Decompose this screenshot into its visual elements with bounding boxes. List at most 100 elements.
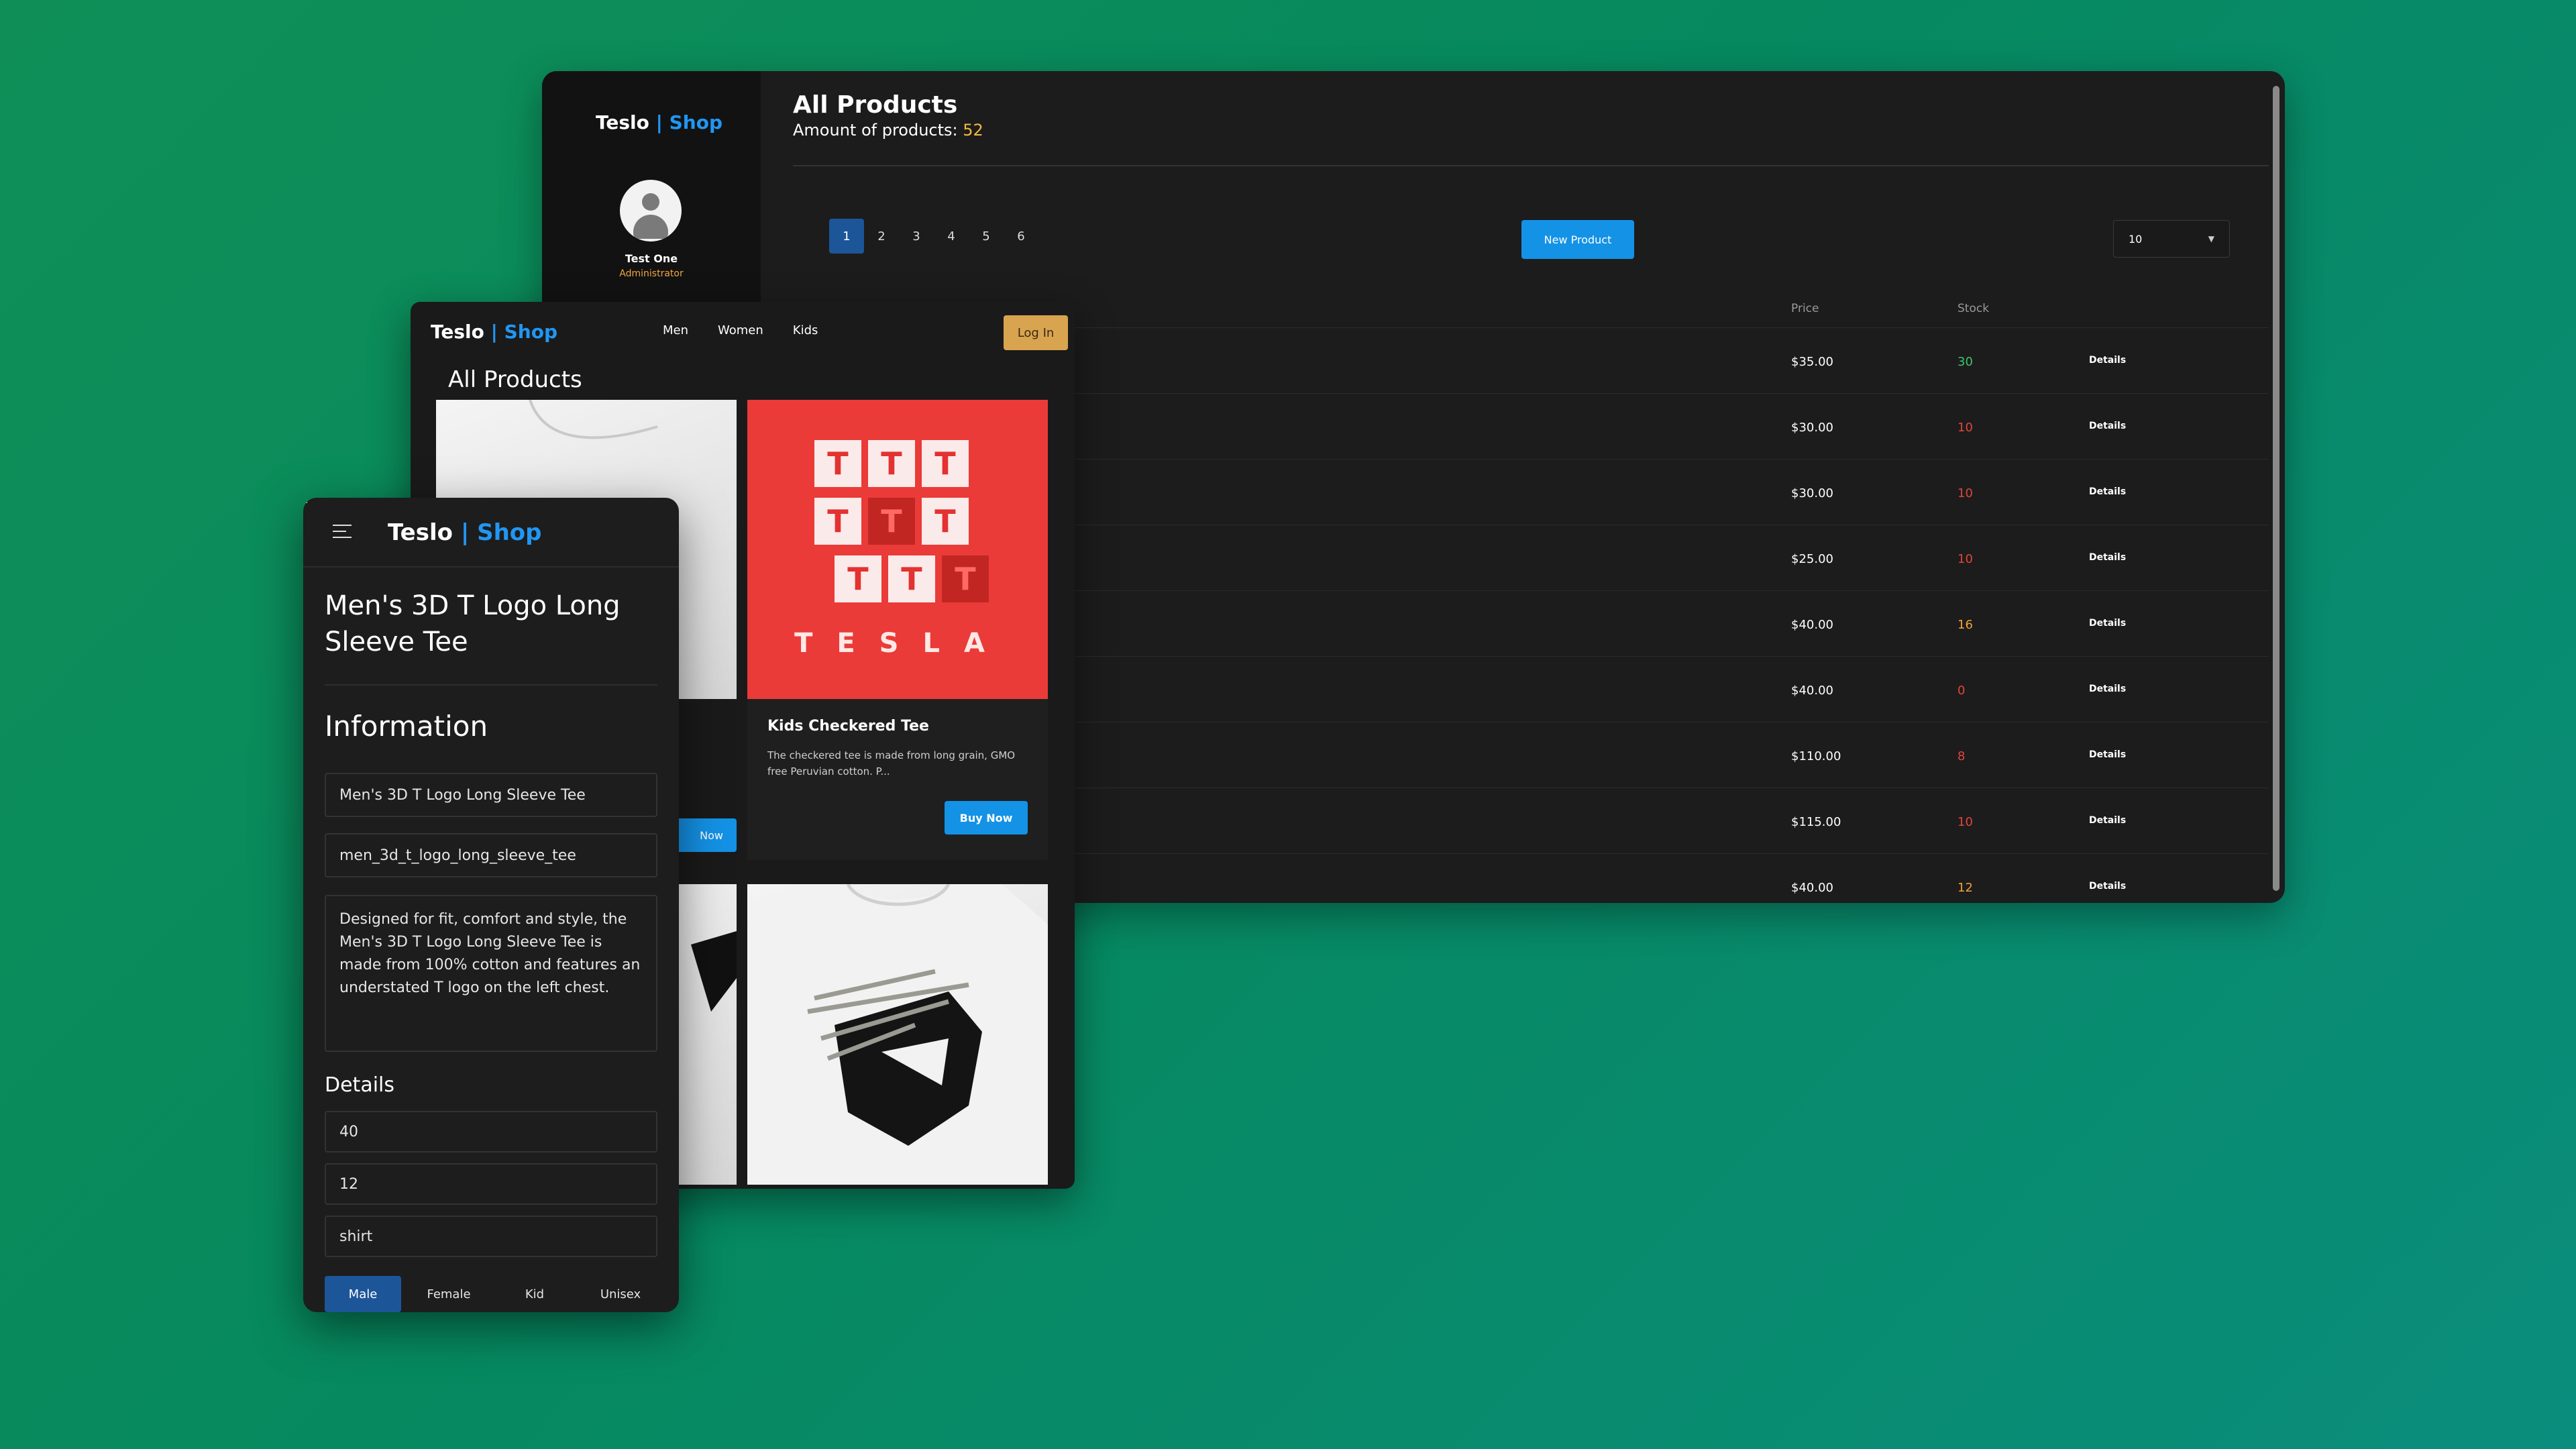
t-logo-icon: T [922, 498, 969, 545]
brand-name: Teslo [388, 519, 453, 546]
nav-women[interactable]: Women [718, 323, 763, 337]
product-stock-cell: 8 [1957, 749, 1966, 763]
product-price-cell: $30.00 [1791, 421, 1833, 435]
type-field[interactable]: shirt [325, 1216, 657, 1257]
buy-now-button[interactable]: Now [669, 818, 737, 852]
product-description: The checkered tee is made from long grai… [767, 749, 1016, 777]
description-field[interactable]: Designed for fit, comfort and style, the… [325, 895, 657, 1052]
gender-male-button[interactable]: Male [325, 1276, 401, 1312]
brand-separator: | [453, 519, 478, 546]
details-link[interactable]: Details [2089, 815, 2126, 826]
nav-men[interactable]: Men [663, 323, 688, 337]
pagination: 123456 [829, 219, 1038, 254]
t-logo-letter: T [901, 561, 922, 597]
details-link[interactable]: Details [2089, 355, 2126, 366]
page-2-button[interactable]: 2 [864, 219, 899, 254]
page-size-value: 10 [2129, 232, 2143, 246]
t-logo-letter: T [827, 445, 849, 482]
t-logo-icon: T [814, 440, 861, 487]
t-logo-icon: T [814, 498, 861, 545]
page-5-button[interactable]: 5 [969, 219, 1004, 254]
title-field[interactable]: Men's 3D T Logo Long Sleeve Tee [325, 773, 657, 817]
page-4-button[interactable]: 4 [934, 219, 969, 254]
product-stock-cell: 0 [1957, 684, 1966, 698]
t-logo-letter: T [881, 445, 902, 482]
details-link[interactable]: Details [2089, 486, 2126, 497]
product-price-cell: $115.00 [1791, 815, 1841, 829]
product-title: Men's 3D T Logo Long Sleeve Tee [325, 590, 621, 657]
column-header-price[interactable]: Price [1791, 302, 1819, 315]
new-product-button[interactable]: New Product [1521, 220, 1634, 259]
buy-now-button[interactable]: Buy Now [945, 801, 1028, 835]
user-role: Administrator [619, 268, 684, 279]
details-link[interactable]: Details [2089, 684, 2126, 694]
stock-field[interactable]: 12 [325, 1163, 657, 1205]
divider [325, 684, 657, 686]
scrollbar[interactable] [2273, 86, 2279, 891]
checkered-pattern: TTTTTTTTT [814, 440, 1009, 628]
product-price-cell: $40.00 [1791, 881, 1833, 895]
t-logo-icon: T [868, 498, 915, 545]
brand-separator: | [649, 111, 669, 133]
product-stock-cell: 30 [1957, 355, 1973, 369]
product-card-info: Kids Checkered Tee The checkered tee is … [747, 699, 1048, 860]
product-price-cell: $40.00 [1791, 684, 1833, 698]
mobile-brand-logo[interactable]: Teslo | Shop [388, 519, 541, 546]
slug-field[interactable]: men_3d_t_logo_long_sleeve_tee [325, 833, 657, 877]
shop-brand-logo[interactable]: Teslo | Shop [431, 321, 557, 343]
page-title: All Products [793, 91, 958, 119]
information-heading: Information [325, 710, 488, 743]
page-1-button[interactable]: 1 [829, 219, 864, 254]
shop-page-title: All Products [448, 366, 582, 393]
details-link[interactable]: Details [2089, 881, 2126, 892]
divider [793, 165, 2269, 166]
product-price-cell: $110.00 [1791, 749, 1841, 763]
product-stock-cell: 10 [1957, 552, 1973, 566]
nav-kids[interactable]: Kids [793, 323, 818, 337]
login-button[interactable]: Log In [1004, 315, 1068, 350]
product-count-label: Amount of products: [793, 121, 958, 140]
product-stock-cell: 10 [1957, 421, 1973, 435]
gender-female-button[interactable]: Female [411, 1276, 487, 1312]
gender-kid-button[interactable]: Kid [496, 1276, 573, 1312]
product-image-kids-checkered-tee[interactable]: TTTTTTTTT TESLA [747, 400, 1048, 699]
page-3-button[interactable]: 3 [899, 219, 934, 254]
product-stock-cell: 12 [1957, 881, 1973, 895]
t-logo-icon: T [942, 555, 989, 602]
mobile-product-editor: Teslo | Shop Men's 3D T Logo Long Sleeve… [303, 498, 679, 1312]
page-6-button[interactable]: 6 [1004, 219, 1038, 254]
user-avatar-icon[interactable] [620, 180, 682, 241]
details-link[interactable]: Details [2089, 552, 2126, 563]
product-price-cell: $25.00 [1791, 552, 1833, 566]
product-stock-cell: 10 [1957, 486, 1973, 500]
details-link[interactable]: Details [2089, 421, 2126, 431]
admin-brand-logo[interactable]: Teslo | Shop [596, 111, 722, 133]
page-size-select[interactable]: 10 ▼ [2113, 220, 2230, 258]
caret-down-icon: ▼ [2208, 234, 2214, 244]
t-logo-letter: T [881, 503, 902, 539]
details-link[interactable]: Details [2089, 618, 2126, 629]
brand-separator: | [484, 321, 504, 343]
t-logo-letter: T [934, 503, 956, 539]
gender-unisex-button[interactable]: Unisex [582, 1276, 659, 1312]
product-stock-cell: 16 [1957, 618, 1973, 632]
tesla-wordmark: TESLA [794, 628, 1009, 659]
price-field[interactable]: 40 [325, 1111, 657, 1152]
product-name[interactable]: Kids Checkered Tee [767, 718, 929, 735]
product-price-cell: $40.00 [1791, 618, 1833, 632]
details-link[interactable]: Details [2089, 749, 2126, 760]
t-logo-icon: T [868, 440, 915, 487]
product-price-cell: $35.00 [1791, 355, 1833, 369]
menu-icon[interactable] [333, 525, 352, 539]
gender-selector: Male Female Kid Unisex [325, 1276, 659, 1312]
brand-suffix: Shop [477, 519, 542, 546]
product-price-cell: $30.00 [1791, 486, 1833, 500]
user-name: Test One [625, 252, 678, 265]
t-logo-letter: T [827, 503, 849, 539]
column-header-stock[interactable]: Stock [1957, 302, 1989, 315]
product-count: Amount of products: 52 [793, 121, 983, 140]
mobile-header: Teslo | Shop [303, 498, 679, 568]
shop-nav: Men Women Kids [663, 323, 818, 337]
product-image-graphic-tee[interactable] [747, 884, 1048, 1185]
t-logo-letter: T [955, 561, 976, 597]
